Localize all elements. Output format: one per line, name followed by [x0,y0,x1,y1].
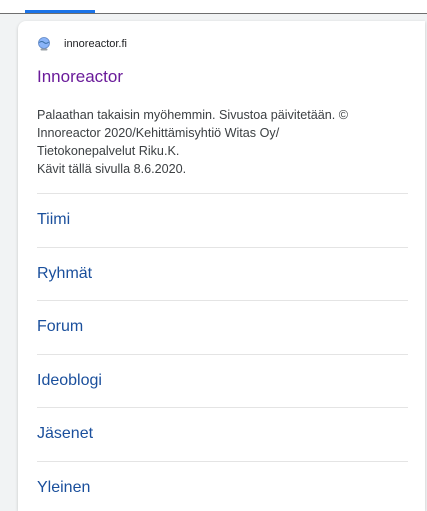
result-site-row[interactable]: innoreactor.fi [36,35,127,53]
result-title-link[interactable]: Innoreactor [37,67,123,87]
sitelink-label: Forum [37,318,84,336]
snippet-line: Innoreactor 2020/Kehittämisyhtiö Witas O… [37,126,280,140]
result-snippet: Palaathan takaisin myöhemmin. Sivustoa p… [37,106,412,178]
active-tab-indicator [25,10,95,13]
sitelink-jasenet[interactable]: Jäsenet [37,407,408,461]
site-url: innoreactor.fi [64,38,127,50]
sitelink-ideoblogi[interactable]: Ideoblogi [37,353,408,408]
search-result-card: innoreactor.fi Innoreactor Palaathan tak… [18,21,425,511]
sitelink-yleinen[interactable]: Yleinen [37,460,408,511]
visited-date-line: Kävit tällä sivulla 8.6.2020. [37,162,187,176]
top-bar [0,0,427,14]
globe-favicon-icon [36,36,52,52]
sitelinks-list: Tiimi Ryhmät Forum Ideoblogi Jäsenet Yle… [37,193,408,511]
sitelink-label: Ideoblogi [37,371,102,389]
snippet-line: Palaathan takaisin myöhemmin. Sivustoa p… [37,108,348,122]
sitelink-tiimi[interactable]: Tiimi [37,193,408,247]
sitelink-forum[interactable]: Forum [37,300,408,354]
sitelink-label: Jäsenet [37,425,94,443]
sitelink-label: Ryhmät [37,264,93,282]
sitelink-ryhmat[interactable]: Ryhmät [37,246,408,301]
sitelink-label: Yleinen [37,478,91,496]
snippet-line: Tietokonepalvelut Riku.K. [37,144,180,158]
sitelink-label: Tiimi [37,211,71,229]
